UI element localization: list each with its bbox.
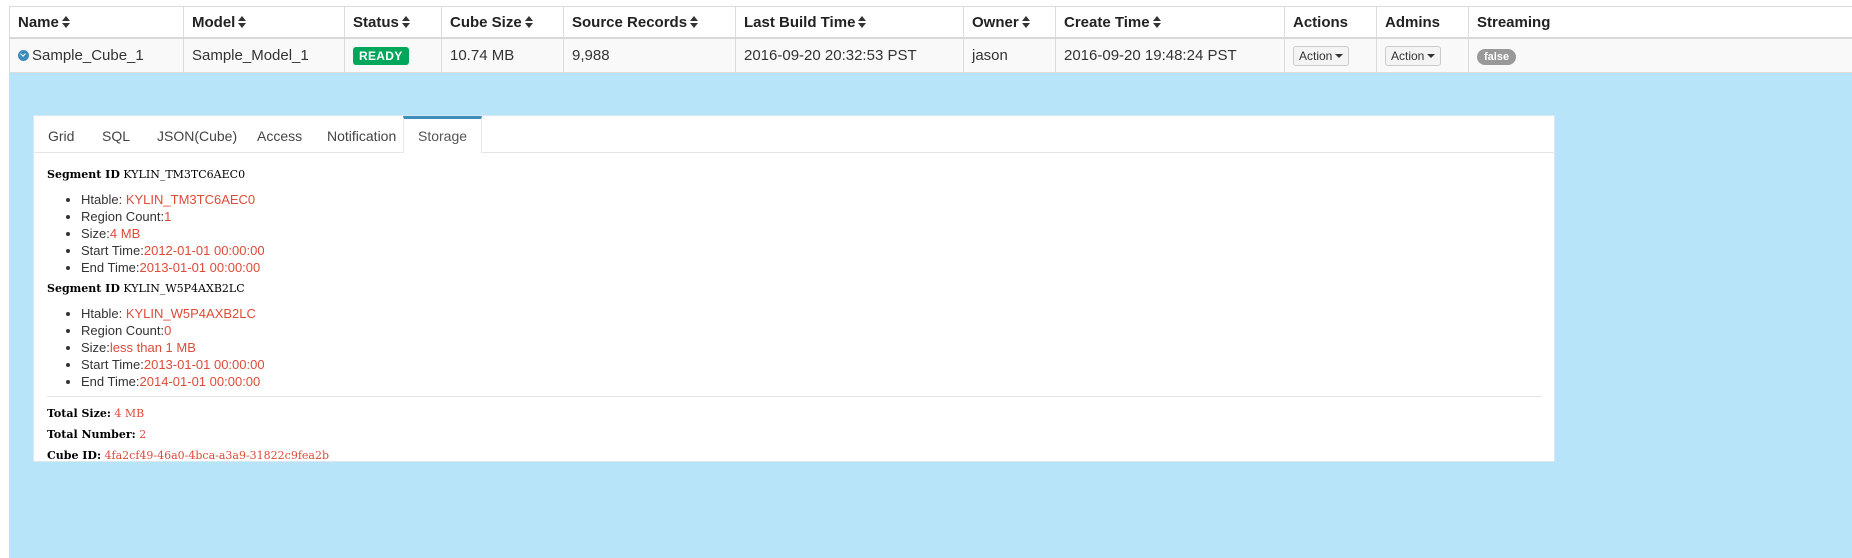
storage-content: Segment ID KYLIN_TM3TC6AEC0 Htable: KYLI… [47,168,1542,466]
col-streaming: Streaming [1468,6,1852,39]
list-item: Size:4 MB [81,225,1542,242]
table-row[interactable]: Sample_Cube_1 Sample_Model_1 READY 10.74… [9,37,1852,73]
cube-detail-area: Grid SQL JSON(Cube) Access Notification … [9,73,1852,558]
cell-source-records: 9,988 [563,37,736,73]
sort-icon [61,15,70,28]
actions-dropdown-button[interactable]: Action [1293,45,1350,66]
tab-json-cube[interactable]: JSON(Cube) [157,116,237,152]
list-item: Start Time:2013-01-01 00:00:00 [81,356,1542,373]
col-owner[interactable]: Owner [963,6,1056,39]
cube-table: Name Model Status Cube Size Source Recor… [9,6,1852,73]
detail-tabs: Grid SQL JSON(Cube) Access Notification … [34,116,1554,153]
cell-status: READY [344,37,442,73]
col-model[interactable]: Model [183,6,345,39]
segment-details: Htable: KYLIN_TM3TC6AEC0 Region Count:1 … [47,191,1542,276]
list-item: End Time:2013-01-01 00:00:00 [81,259,1542,276]
cell-actions: Action [1284,37,1377,73]
list-item: Size:less than 1 MB [81,339,1542,356]
sort-icon [524,15,533,28]
chevron-down-icon[interactable] [18,49,29,61]
sort-icon [1152,15,1161,28]
col-actions: Actions [1284,6,1377,39]
col-name[interactable]: Name [9,6,184,39]
total-size: Total Size: 4 MB [47,407,145,420]
cell-model: Sample_Model_1 [183,37,345,73]
cell-owner: jason [963,37,1056,73]
cell-cube-size: 10.74 MB [441,37,564,73]
segment-header: Segment ID KYLIN_TM3TC6AEC0 [47,168,246,181]
sort-icon [1021,15,1030,28]
streaming-badge: false [1477,48,1517,65]
caret-down-icon [1335,54,1344,59]
list-item: Region Count:0 [81,322,1542,339]
cell-name[interactable]: Sample_Cube_1 [9,37,184,73]
list-item: Region Count:1 [81,208,1542,225]
cell-streaming: false [1468,37,1852,73]
col-status[interactable]: Status [344,6,442,39]
cube-list: Name Model Status Cube Size Source Recor… [9,6,1852,73]
col-admins: Admins [1376,6,1469,39]
sort-icon [238,15,247,28]
cube-id: Cube ID: 4fa2cf49-46a0-4bca-a3a9-31822c9… [47,449,330,462]
tab-sql[interactable]: SQL [102,116,130,152]
sort-icon [858,15,867,28]
divider [47,396,1542,397]
list-item: Start Time:2012-01-01 00:00:00 [81,242,1542,259]
sort-icon [690,15,699,28]
tab-access[interactable]: Access [257,116,302,152]
sort-icon [401,15,410,28]
list-item: Htable: KYLIN_TM3TC6AEC0 [81,191,1542,208]
table-header-row: Name Model Status Cube Size Source Recor… [9,6,1852,39]
segment-details: Htable: KYLIN_W5P4AXB2LC Region Count:0 … [47,305,1542,390]
col-source-records[interactable]: Source Records [563,6,736,39]
col-create-time[interactable]: Create Time [1055,6,1285,39]
segment-header: Segment ID KYLIN_W5P4AXB2LC [47,282,245,295]
list-item: End Time:2014-01-01 00:00:00 [81,373,1542,390]
admins-dropdown-button[interactable]: Action [1385,45,1442,66]
caret-down-icon [1427,54,1436,59]
total-number: Total Number: 2 [47,428,147,441]
tab-grid[interactable]: Grid [48,116,74,152]
cell-last-build-time: 2016-09-20 20:32:53 PST [735,37,964,73]
col-last-build-time[interactable]: Last Build Time [735,6,964,39]
cell-admins: Action [1376,37,1469,73]
col-cube-size[interactable]: Cube Size [441,6,564,39]
tab-storage[interactable]: Storage [403,116,483,153]
list-item: Htable: KYLIN_W5P4AXB2LC [81,305,1542,322]
tab-notification[interactable]: Notification [327,116,396,152]
cube-detail-panel: Grid SQL JSON(Cube) Access Notification … [33,115,1555,462]
cell-create-time: 2016-09-20 19:48:24 PST [1055,37,1285,73]
status-badge: READY [353,46,409,65]
